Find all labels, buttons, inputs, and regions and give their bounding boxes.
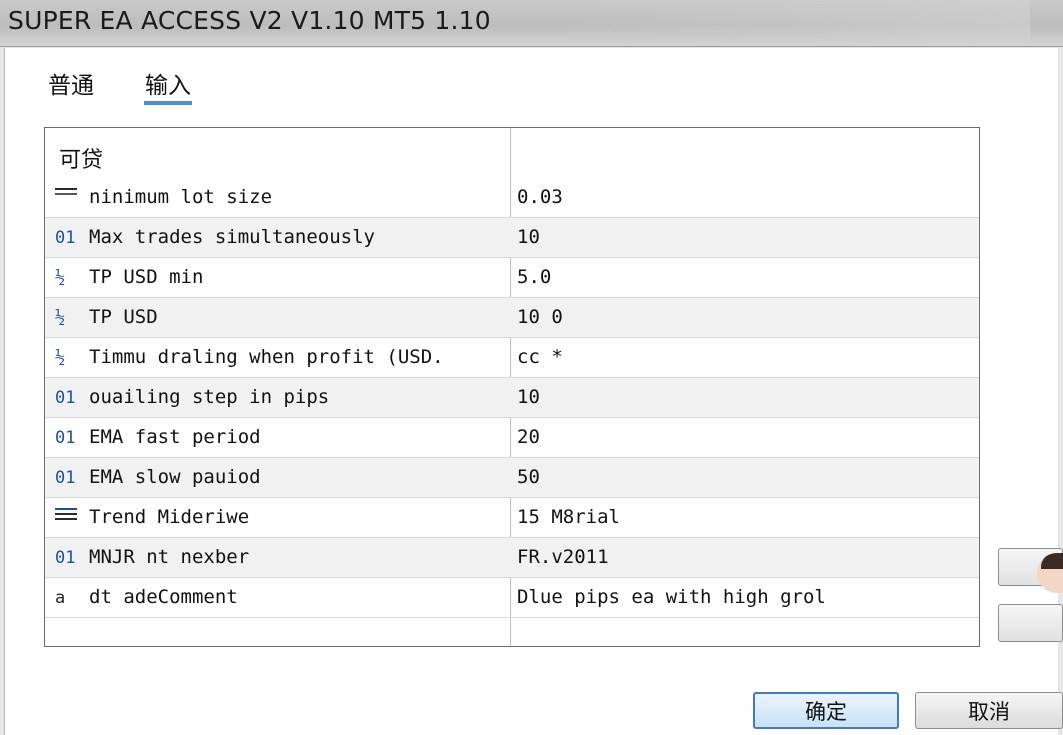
input-name: Trend Mideriwe	[89, 506, 250, 528]
input-name: Max trades simultaneously	[89, 226, 375, 248]
save-button[interactable]	[998, 604, 1063, 642]
int-icon: 01	[55, 428, 76, 448]
input-value[interactable]: 0.03	[517, 186, 563, 208]
window-title: SUPER EA ACCESS V2 V1.10 MT5 1.10	[8, 6, 491, 35]
group-header-row: 可贷	[45, 128, 979, 178]
input-row-ema-slow[interactable]: 01 EMA slow pauiod 50	[45, 458, 979, 498]
input-name: MNJR nt nexber	[89, 546, 250, 568]
input-name: EMA slow pauiod	[89, 466, 261, 488]
input-row-tp-usd-min[interactable]: ½ TP USD min 5.0	[45, 258, 979, 298]
input-name: ouailing step in pips	[89, 386, 330, 408]
input-row-ema-fast[interactable]: 01 EMA fast period 20	[45, 418, 979, 458]
title-bar-glass	[560, 0, 1030, 46]
input-row-trailing-when-profit[interactable]: ½ Timmu draling when profit (USD. cc *	[45, 338, 979, 378]
input-name: TP USD min	[89, 266, 204, 288]
input-name: Timmu draling when profit (USD.	[89, 346, 444, 368]
input-name: EMA fast period	[89, 426, 261, 448]
input-row-trend-timeframe[interactable]: Trend Mideriwe 15 M8rial	[45, 498, 979, 538]
input-name: TP USD	[89, 306, 158, 328]
double-icon: ½	[55, 308, 66, 328]
active-tab-indicator	[144, 101, 192, 105]
input-value[interactable]: FR.v2011	[517, 546, 609, 568]
input-value[interactable]: 5.0	[517, 266, 551, 288]
input-value[interactable]: 10 0	[517, 306, 563, 328]
title-bar: SUPER EA ACCESS V2 V1.10 MT5 1.10	[0, 0, 1063, 47]
cancel-button[interactable]: 取消	[915, 692, 1063, 729]
input-value[interactable]: 15 M8rial	[517, 506, 620, 528]
input-row-minimum-lot-size[interactable]: ninimum lot size 0.03	[45, 178, 979, 218]
string-icon: a	[55, 588, 66, 608]
double-icon: ½	[55, 268, 66, 288]
input-row-trade-comment[interactable]: a dt adeComment Dlue pips ea with high g…	[45, 578, 979, 618]
group-label: 可贷	[59, 148, 104, 173]
input-value[interactable]: 50	[517, 466, 540, 488]
lines-icon	[55, 188, 77, 206]
input-value[interactable]: 10	[517, 226, 540, 248]
int-icon: 01	[55, 548, 76, 568]
input-value[interactable]: 20	[517, 426, 540, 448]
input-name: dt adeComment	[89, 586, 238, 608]
tab-general[interactable]: 普通	[48, 66, 94, 100]
input-name: ninimum lot size	[89, 186, 273, 208]
input-row-trailing-step[interactable]: 01 ouailing step in pips 10	[45, 378, 979, 418]
input-value[interactable]: cc *	[517, 346, 563, 368]
enum-icon	[55, 508, 77, 526]
input-row-tp-usd[interactable]: ½ TP USD 10 0	[45, 298, 979, 338]
inputs-grid: 可贷 ninimum lot size 0.03 01 Max trades s…	[44, 127, 980, 647]
int-icon: 01	[55, 228, 76, 248]
input-value[interactable]: Dlue pips ea with high grol	[517, 586, 826, 608]
double-icon: ½	[55, 348, 66, 368]
tab-inputs[interactable]: 输入	[145, 66, 191, 100]
input-row-magic-number[interactable]: 01 MNJR nt nexber FR.v2011	[45, 538, 979, 578]
ok-button[interactable]: 确定	[753, 692, 899, 729]
input-row-max-trades[interactable]: 01 Max trades simultaneously 10	[45, 218, 979, 258]
int-icon: 01	[55, 468, 76, 488]
input-value[interactable]: 10	[517, 386, 540, 408]
int-icon: 01	[55, 388, 76, 408]
